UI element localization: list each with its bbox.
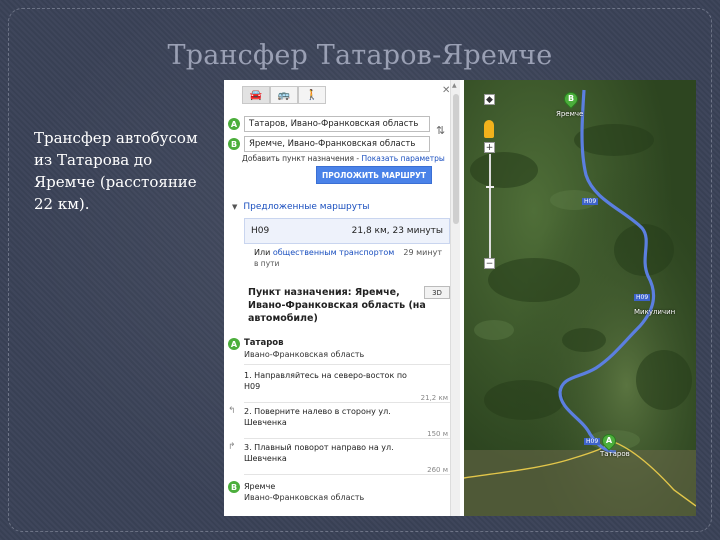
direction-step-3[interactable]: 3. Плавный поворот направо на ул. Шевчен… (244, 442, 420, 464)
transit-prefix: Или (254, 248, 271, 257)
destination-marker-icon: B (228, 138, 240, 150)
road-shield: H09 (582, 198, 599, 205)
zoom-slider[interactable] (489, 154, 491, 258)
turn-left-icon: ↰ (228, 406, 236, 416)
origin-input[interactable]: Татаров, Ивано-Франковская область (244, 116, 430, 132)
road-shield: H09 (584, 438, 601, 445)
scroll-up-icon[interactable]: ▲ (452, 82, 457, 89)
divider (244, 438, 450, 439)
end-place-name: Яремче (244, 482, 276, 491)
get-directions-button[interactable]: ПРОЛОЖИТЬ МАРШРУТ (316, 166, 432, 184)
slight-right-icon: ↱ (228, 442, 236, 452)
zoom-in-button[interactable]: + (484, 142, 495, 153)
end-marker-icon: B (228, 481, 240, 493)
transit-suffix: в пути (254, 259, 280, 268)
divider (244, 474, 450, 475)
destination-heading: Пункт назначения: Яремче, Ивано-Франковс… (248, 287, 426, 324)
map-label-mykulychyn: Микуличин (634, 308, 676, 316)
car-icon: 🚘 (249, 89, 263, 101)
divider (244, 402, 450, 403)
panel-scrollbar[interactable]: ▲ (450, 80, 460, 516)
options-links: Добавить пункт назначения - Показать пар… (242, 154, 445, 163)
suggested-routes-header[interactable]: ▼ Предложенные маршруты (232, 202, 369, 212)
slide-title: Трансфер Татаров-Яремче (167, 40, 553, 71)
zoom-slider-handle[interactable] (486, 186, 494, 188)
direction-step-2[interactable]: 2. Поверните налево в сторону ул. Шевчен… (244, 406, 420, 428)
road-shield: H09 (634, 294, 651, 301)
map-terrain (464, 80, 696, 516)
transit-alternative: Или общественным транспортом в пути 29 м… (248, 248, 448, 272)
directions-panel: 🚘 🚌 🚶 ✕ A Татаров, Ивано-Франковская обл… (224, 80, 460, 516)
direction-step-1[interactable]: 1. Направляйтесь на северо-восток по H09 (244, 370, 420, 392)
slide-body-text: Трансфер автобусом из Татарова до Яремче… (34, 129, 198, 213)
route-option[interactable]: H09 21,8 км, 23 минуты (244, 218, 450, 244)
pegman-icon[interactable] (484, 120, 494, 138)
end-place-region: Ивано-Франковская область (244, 493, 365, 502)
map-label-tatariv: Татаров (600, 450, 630, 458)
pan-control-button[interactable]: ◆ (484, 94, 495, 105)
suggested-routes-label: Предложенные маршруты (243, 202, 370, 212)
step-2-distance: 150 м (427, 430, 448, 438)
origin-marker-icon: A (228, 118, 240, 130)
show-options-link[interactable]: Показать параметры (361, 154, 444, 163)
start-place-name: Татаров (244, 338, 284, 348)
bus-icon: 🚌 (277, 89, 291, 101)
start-marker-icon: A (228, 338, 240, 350)
transit-mode-button[interactable]: 🚌 (270, 86, 298, 104)
map-label-yaremche: Яремче (556, 110, 584, 118)
divider (244, 364, 450, 365)
walk-icon: 🚶 (305, 89, 319, 101)
google-maps-screenshot: 🚘 🚌 🚶 ✕ A Татаров, Ивано-Франковская обл… (224, 80, 696, 516)
walking-mode-button[interactable]: 🚶 (298, 86, 326, 104)
step-1-distance: 21,2 км (420, 394, 448, 402)
destination-input[interactable]: Яремче, Ивано-Франковская область (244, 136, 430, 152)
zoom-out-button[interactable]: − (484, 258, 495, 269)
route-summary: 21,8 км, 23 минуты (351, 226, 443, 236)
satellite-map[interactable]: ◆ + − B Яремче H09 H09 Микуличин H09 A Т… (464, 80, 696, 516)
swap-icon[interactable]: ⇅ (436, 124, 445, 137)
scroll-thumb[interactable] (453, 94, 459, 224)
view-3d-button[interactable]: 3D (424, 286, 450, 299)
transit-link[interactable]: общественным транспортом (273, 248, 394, 257)
car-mode-button[interactable]: 🚘 (242, 86, 270, 104)
add-destination-link[interactable]: Добавить пункт назначения (242, 154, 354, 163)
route-road: H09 (251, 226, 270, 236)
step-3-distance: 260 м (427, 466, 448, 474)
start-place-region: Ивано-Франковская область (244, 350, 365, 359)
travel-mode-bar: 🚘 🚌 🚶 (242, 86, 354, 104)
transit-time: 29 минут (403, 248, 442, 257)
collapse-triangle-icon: ▼ (232, 203, 238, 211)
